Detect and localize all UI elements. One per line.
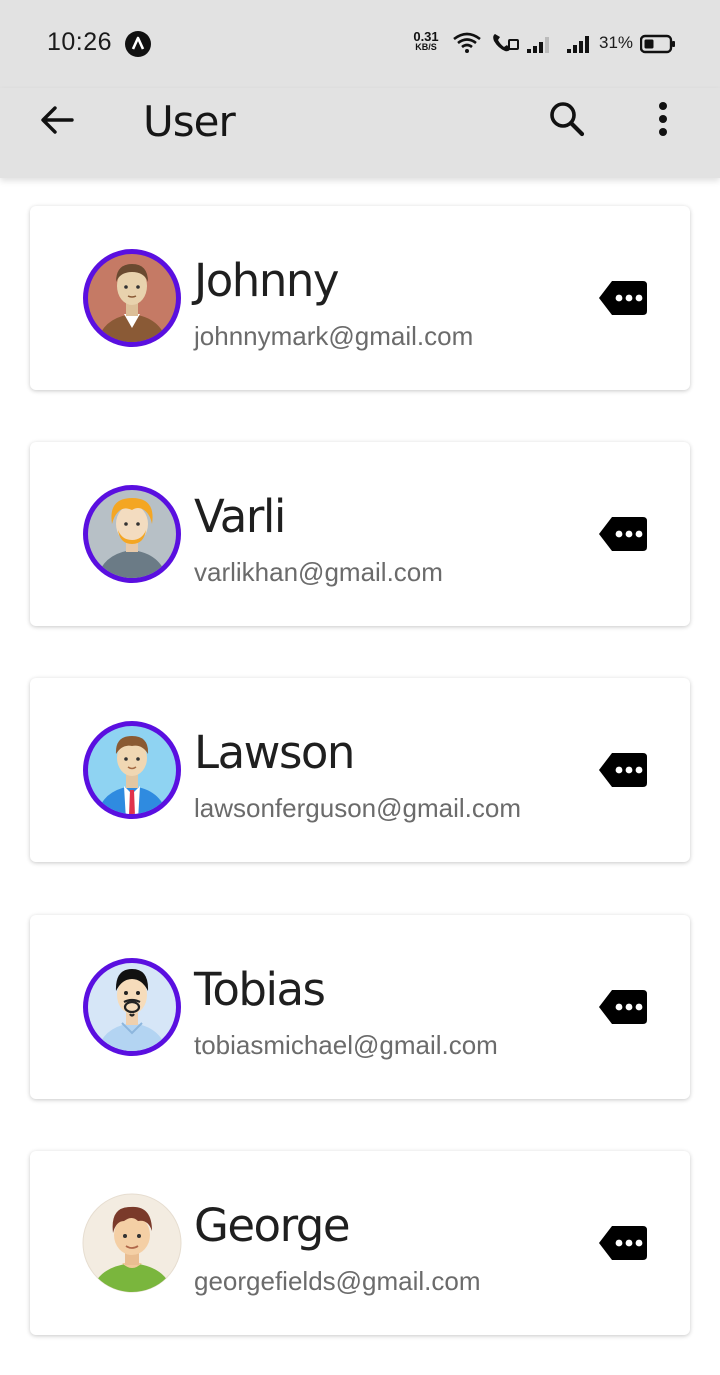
search-icon [548,100,586,143]
app-bar [0,88,720,178]
user-card[interactable]: Johnny johnnymark@gmail.com [30,206,690,390]
label-more-icon [598,990,648,1029]
status-bar: 10:26 0.31 KB/S 31% [0,0,720,88]
page-title: User [143,97,236,146]
battery-icon [639,34,676,59]
signal-icon [566,34,594,59]
user-menu-button[interactable] [598,752,648,788]
more-vert-icon [658,101,668,142]
avatar [82,248,182,348]
user-email: tobiasmichael@gmail.com [194,1030,498,1060]
signal-icon [526,34,552,59]
user-name: Lawson [194,726,355,779]
avatar [82,484,182,584]
user-menu-button[interactable] [598,280,648,316]
label-more-icon [598,517,648,556]
user-menu-button[interactable] [598,516,648,552]
user-card[interactable]: George georgefields@gmail.com [30,1151,690,1335]
avatar [82,957,182,1057]
user-email: georgefields@gmail.com [194,1266,481,1296]
user-card[interactable]: Lawson lawsonferguson@gmail.com [30,678,690,862]
user-name: George [194,1199,351,1252]
volte-call-icon [490,30,520,61]
back-button[interactable] [36,101,78,143]
user-menu-button[interactable] [598,1225,648,1261]
search-button[interactable] [545,99,589,143]
avatar [82,720,182,820]
label-more-icon [598,281,648,320]
user-email: johnnymark@gmail.com [194,321,474,351]
network-speed: 0.31 KB/S [413,29,439,52]
battery-percent: 31% [599,33,634,52]
status-time: 10:26 [47,28,113,56]
wifi-icon [452,30,482,61]
user-card[interactable]: Varli varlikhan@gmail.com [30,442,690,626]
label-more-icon [598,753,648,792]
user-menu-button[interactable] [598,989,648,1025]
user-name: Tobias [194,963,326,1016]
user-email: lawsonferguson@gmail.com [194,793,521,823]
notification-icon [125,31,151,57]
user-name: Varli [194,490,286,543]
user-name: Johnny [194,254,340,307]
user-email: varlikhan@gmail.com [194,557,443,587]
avatar [82,1193,182,1293]
more-options-button[interactable] [645,99,681,143]
back-arrow-icon [39,104,75,141]
user-card[interactable]: Tobias tobiasmichael@gmail.com [30,915,690,1099]
label-more-icon [598,1226,648,1265]
